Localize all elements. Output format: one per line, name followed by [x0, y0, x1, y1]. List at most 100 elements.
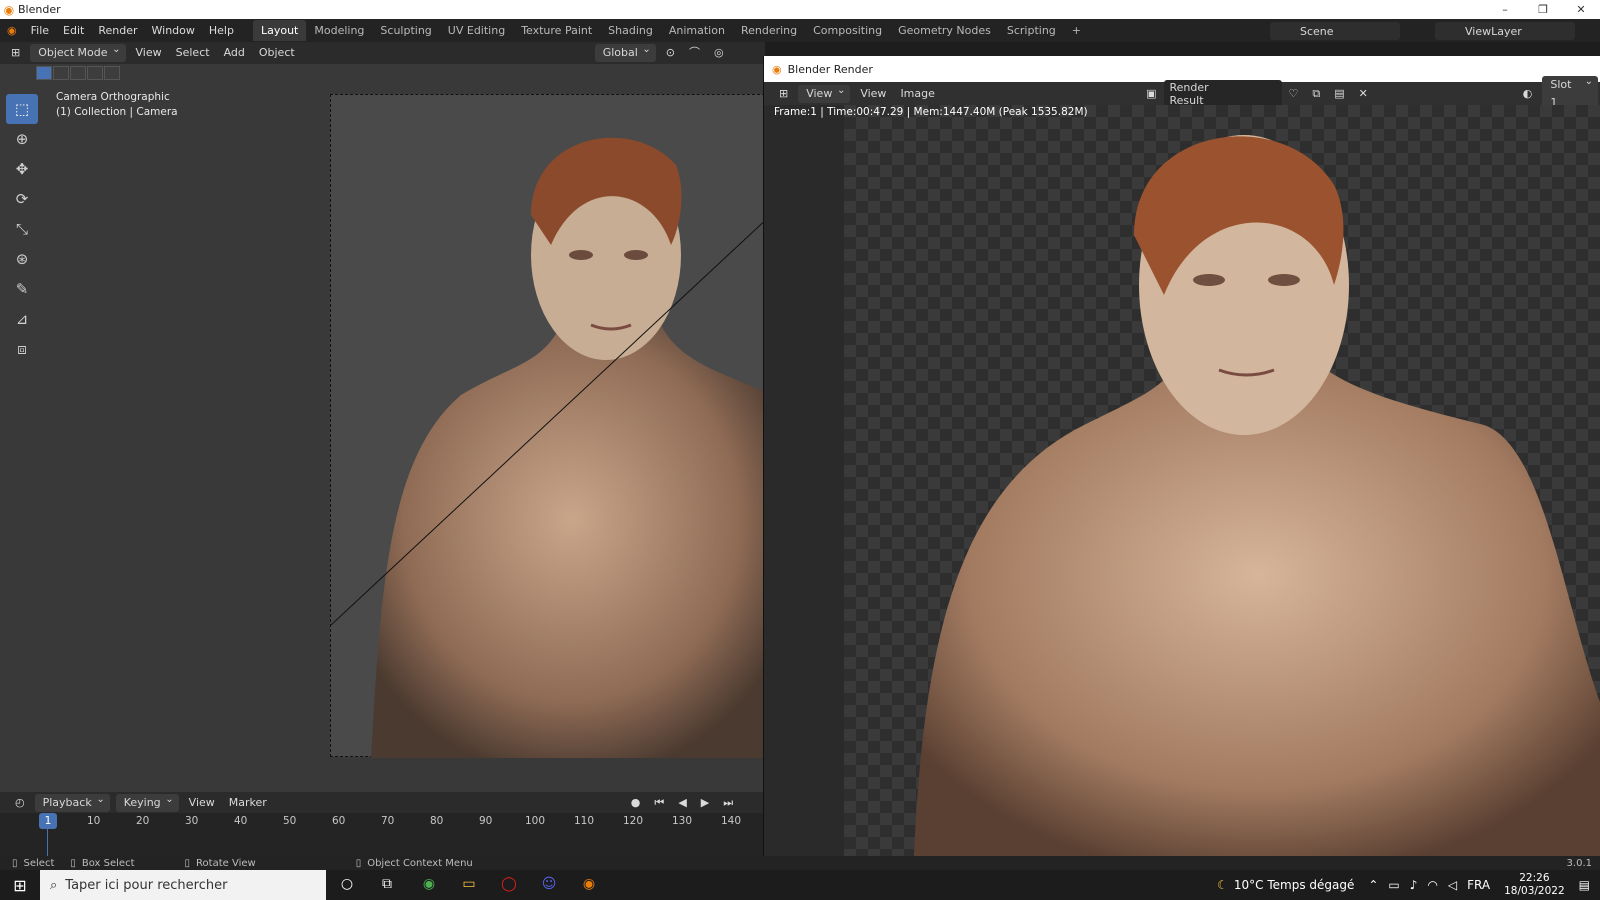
- discord-icon[interactable]: ☺: [538, 876, 560, 894]
- fake-user-icon[interactable]: ♡: [1282, 84, 1306, 104]
- new-image-icon[interactable]: ⧉: [1305, 84, 1327, 104]
- tab-texture-paint[interactable]: Texture Paint: [513, 20, 600, 41]
- overlay-icon[interactable]: ◐: [1516, 84, 1540, 104]
- menu-help[interactable]: Help: [202, 19, 241, 42]
- scene-selector[interactable]: Scene: [1270, 22, 1400, 40]
- file-explorer-icon[interactable]: ▭: [458, 876, 480, 894]
- select-mode-extend-icon[interactable]: [53, 66, 69, 80]
- meet-icon[interactable]: ▭: [1388, 878, 1399, 892]
- jump-end-icon[interactable]: ⏭: [716, 793, 740, 813]
- opera-icon[interactable]: ◯: [498, 876, 520, 894]
- tab-layout[interactable]: Layout: [252, 20, 307, 41]
- menu-view[interactable]: View: [129, 43, 169, 63]
- select-mode-subtract-icon[interactable]: [70, 66, 86, 80]
- tab-animation[interactable]: Animation: [661, 20, 733, 41]
- clock[interactable]: 22:26 18/03/2022: [1504, 872, 1565, 898]
- editor-type-icon[interactable]: ⊞: [772, 84, 795, 104]
- play-icon[interactable]: ▶: [694, 793, 716, 813]
- tool-shelf: ⬚ ⊕ ✥ ⟳ ⤡ ⊛ ✎ ⊿ ⧈: [6, 94, 40, 364]
- record-icon[interactable]: ●: [624, 793, 648, 813]
- mode-dropdown[interactable]: Object Mode: [30, 41, 126, 62]
- volume-icon[interactable]: ◁: [1448, 878, 1457, 892]
- editor-type-icon[interactable]: ⊞: [4, 43, 27, 63]
- proportional-edit-icon[interactable]: ◎: [707, 43, 731, 63]
- task-view-icon[interactable]: ⧉: [376, 876, 398, 894]
- menu-marker[interactable]: Marker: [222, 793, 274, 813]
- tab-shading[interactable]: Shading: [600, 20, 661, 41]
- menu-add[interactable]: Add: [217, 43, 252, 63]
- blender-taskbar-icon[interactable]: ◉: [578, 876, 600, 894]
- transform-icon[interactable]: ⊛: [6, 244, 38, 274]
- language-indicator[interactable]: FRA: [1467, 878, 1490, 892]
- chevron-up-icon[interactable]: ⌃: [1368, 878, 1378, 892]
- menu-view[interactable]: View: [853, 84, 893, 104]
- image-name-field[interactable]: Render Result: [1163, 79, 1282, 108]
- frame-tick: 50: [283, 815, 297, 827]
- status-bar: ▯ Select ▯ Box Select ▯ Rotate View ▯ Ob…: [0, 856, 1600, 870]
- menu-select[interactable]: Select: [169, 43, 217, 63]
- current-frame-indicator[interactable]: 1: [39, 813, 57, 829]
- mic-icon[interactable]: ♪: [1410, 878, 1418, 892]
- tab-modeling[interactable]: Modeling: [306, 20, 372, 41]
- menu-render[interactable]: Render: [91, 19, 144, 42]
- frame-tick: 120: [623, 815, 644, 827]
- cursor-icon[interactable]: ⊕: [6, 124, 38, 154]
- rotate-icon[interactable]: ⟳: [6, 184, 38, 214]
- snap-icon[interactable]: ⌒: [682, 43, 707, 63]
- measure-icon[interactable]: ⊿: [6, 304, 38, 334]
- search-placeholder: Taper ici pour rechercher: [65, 877, 228, 893]
- frame-tick: 130: [672, 815, 693, 827]
- play-reverse-icon[interactable]: ◀: [671, 793, 693, 813]
- select-mode-intersect-icon[interactable]: [104, 66, 120, 80]
- menu-edit[interactable]: Edit: [56, 19, 91, 42]
- tab-sculpting[interactable]: Sculpting: [372, 20, 439, 41]
- timeline-editor-icon[interactable]: ◴: [8, 793, 32, 813]
- menu-playback[interactable]: Playback: [34, 791, 110, 812]
- view-layer-selector[interactable]: ViewLayer: [1435, 22, 1575, 40]
- menu-keying[interactable]: Keying: [115, 791, 179, 812]
- menu-window[interactable]: Window: [145, 19, 202, 42]
- notifications-icon[interactable]: ▤: [1579, 878, 1590, 892]
- windows-start-icon[interactable]: ⊞: [0, 876, 40, 895]
- menu-file[interactable]: File: [24, 19, 56, 42]
- playhead-line[interactable]: [47, 829, 48, 856]
- close-button[interactable]: ✕: [1562, 0, 1600, 19]
- network-icon[interactable]: ◠: [1427, 878, 1437, 892]
- tab-rendering[interactable]: Rendering: [733, 20, 805, 41]
- tab-scripting[interactable]: Scripting: [999, 20, 1064, 41]
- select-mode-invert-icon[interactable]: [87, 66, 103, 80]
- menu-image[interactable]: Image: [893, 84, 941, 104]
- cortana-icon[interactable]: ○: [336, 876, 358, 894]
- restore-button[interactable]: ❐: [1524, 0, 1562, 19]
- blender-menu-icon[interactable]: ◉: [0, 19, 24, 42]
- minimize-button[interactable]: –: [1486, 0, 1524, 19]
- add-workspace-button[interactable]: +: [1064, 20, 1089, 41]
- chrome-icon[interactable]: ◉: [418, 876, 440, 894]
- status-rotate-view: Rotate View: [196, 857, 256, 869]
- frame-tick: 110: [574, 815, 595, 827]
- tab-geometry-nodes[interactable]: Geometry Nodes: [890, 20, 999, 41]
- unlink-image-icon[interactable]: ✕: [1352, 84, 1375, 104]
- tab-uv-editing[interactable]: UV Editing: [440, 20, 513, 41]
- taskbar-search-input[interactable]: ⌕ Taper ici pour rechercher: [40, 870, 326, 900]
- render-window: ◉ Blender Render ⊞ View View Image ▣ Ren…: [763, 56, 1600, 856]
- menu-timeline-view[interactable]: View: [182, 793, 222, 813]
- add-cube-icon[interactable]: ⧈: [6, 334, 38, 364]
- annotate-icon[interactable]: ✎: [6, 274, 38, 304]
- timeline[interactable]: 10 20 30 40 50 60 70 80 90 100 110 120 1…: [0, 813, 765, 856]
- menu-object[interactable]: Object: [252, 43, 302, 63]
- image-browse-icon[interactable]: ▣: [1139, 84, 1163, 104]
- image-view-dropdown[interactable]: View: [798, 82, 851, 103]
- tab-compositing[interactable]: Compositing: [805, 20, 890, 41]
- 3d-viewport[interactable]: ⬚ ⊕ ✥ ⟳ ⤡ ⊛ ✎ ⊿ ⧈ Camera Orthographic (1…: [0, 64, 765, 792]
- open-image-icon[interactable]: ▤: [1327, 84, 1351, 104]
- scale-icon[interactable]: ⤡: [6, 214, 38, 244]
- transform-orientation-dropdown[interactable]: Global: [594, 41, 656, 62]
- jump-start-icon[interactable]: ⏮: [647, 793, 671, 813]
- weather-text[interactable]: 10°C Temps dégagé: [1234, 878, 1354, 892]
- select-box-icon[interactable]: ⬚: [6, 94, 38, 124]
- move-icon[interactable]: ✥: [6, 154, 38, 184]
- render-result-canvas[interactable]: [844, 105, 1600, 856]
- select-mode-new-icon[interactable]: [36, 66, 52, 80]
- pivot-icon[interactable]: ⊙: [659, 43, 682, 63]
